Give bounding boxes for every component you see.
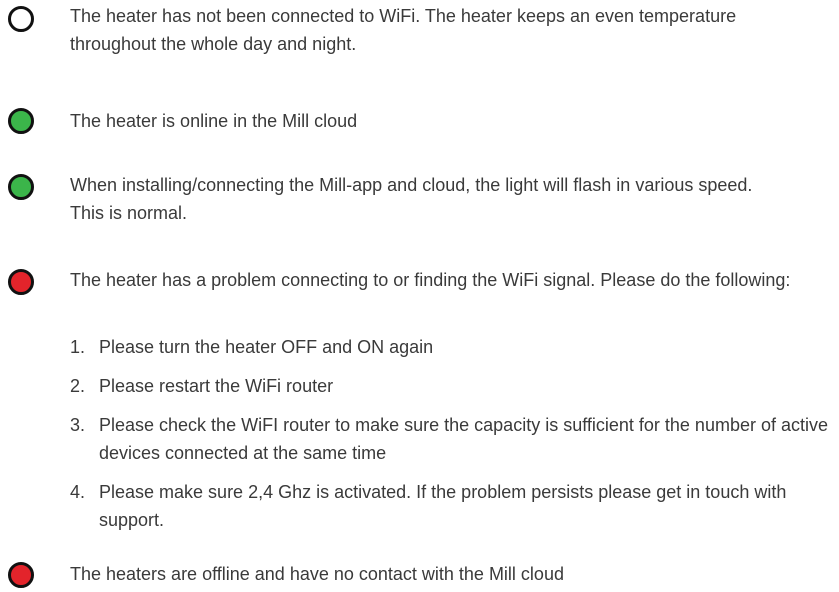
status-description: The heater is online in the Mill cloud xyxy=(70,111,358,131)
red-circle-icon xyxy=(8,562,34,588)
step-number: 3. xyxy=(70,415,86,435)
red-circle-icon xyxy=(8,269,34,295)
status-description: When installing/connecting the Mill-app … xyxy=(70,175,753,223)
step-item: 2. Please restart the WiFi router xyxy=(70,372,830,400)
step-item: 3. Please check the WiFI router to make … xyxy=(70,411,830,467)
green-circle-icon xyxy=(8,174,34,200)
step-item: 1. Please turn the heater OFF and ON aga… xyxy=(70,333,830,361)
step-number: 1. xyxy=(70,337,86,357)
white-outline-circle-icon xyxy=(8,6,34,32)
status-description: The heater has a problem connecting to o… xyxy=(70,270,791,290)
step-text: Please check the WiFI router to make sur… xyxy=(99,415,828,463)
troubleshooting-steps: 1. Please turn the heater OFF and ON aga… xyxy=(70,333,830,545)
step-text: Please restart the WiFi router xyxy=(99,376,334,396)
step-number: 2. xyxy=(70,376,86,396)
step-item: 4. Please make sure 2,4 Ghz is activated… xyxy=(70,478,830,534)
step-text: Please turn the heater OFF and ON again xyxy=(99,337,434,357)
status-description: The heater has not been connected to WiF… xyxy=(70,6,737,54)
step-text: Please make sure 2,4 Ghz is activated. I… xyxy=(99,482,787,530)
green-circle-icon xyxy=(8,108,34,134)
status-description: The heaters are offline and have no cont… xyxy=(70,564,564,584)
step-number: 4. xyxy=(70,482,86,502)
